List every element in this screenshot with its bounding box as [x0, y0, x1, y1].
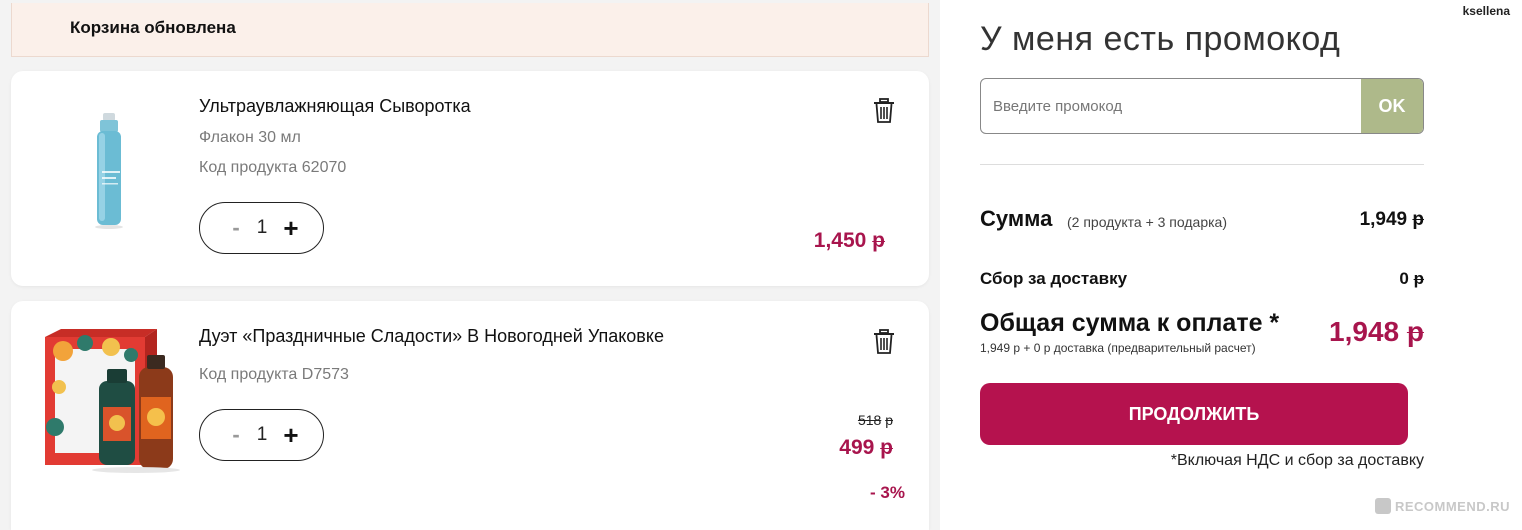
product-title[interactable]: Дуэт «Праздничные Сладости» В Новогодней…	[199, 326, 664, 347]
continue-button[interactable]: ПРОДОЛЖИТЬ	[980, 383, 1408, 445]
serum-bottle-image	[95, 113, 123, 229]
currency-symbol: р	[880, 436, 893, 459]
currency-symbol: р	[872, 229, 885, 252]
total-amount: 1,948	[1329, 316, 1400, 347]
product-code: Код продукта D7573	[199, 366, 349, 383]
trash-icon[interactable]	[873, 329, 895, 355]
currency-symbol: р	[1413, 269, 1424, 288]
user-name[interactable]: ksellena	[1463, 4, 1510, 18]
increase-quantity-button[interactable]: +	[280, 421, 302, 449]
product-price: 499 р	[839, 436, 893, 460]
decrease-quantity-button[interactable]: -	[226, 422, 246, 448]
watermark: RECOMMEND.RU	[1374, 498, 1510, 514]
order-summary-panel: У меня есть промокод OK Сумма (2 продукт…	[940, 0, 1522, 530]
promo-code-form: OK	[980, 78, 1424, 134]
currency-symbol: р	[1412, 209, 1424, 230]
product-price: 1,450 р	[814, 229, 885, 253]
total-value: 1,948 р	[1329, 316, 1424, 348]
trash-icon[interactable]	[873, 98, 895, 124]
banner-message: Корзина обновлена	[70, 18, 236, 37]
recommend-logo-icon	[1374, 498, 1391, 514]
decrease-quantity-button[interactable]: -	[226, 215, 246, 241]
currency-symbol: р	[1406, 316, 1424, 347]
watermark-text: RECOMMEND.RU	[1394, 499, 1510, 514]
total-detail: 1,949 р + 0 р доставка (предварительный …	[980, 341, 1256, 355]
quantity-value: 1	[256, 217, 268, 238]
shipping-amount: 0	[1399, 269, 1409, 288]
total-label: Общая сумма к оплате *	[980, 309, 1280, 337]
promo-ok-button[interactable]: OK	[1361, 79, 1423, 133]
quantity-stepper: - 1 +	[199, 409, 324, 461]
sum-detail: (2 продукта + 3 подарка)	[1067, 214, 1227, 230]
product-title[interactable]: Ультраувлажняющая Сыворотка	[199, 96, 471, 117]
sum-value: 1,949 р	[1360, 209, 1424, 231]
promo-code-input[interactable]	[981, 79, 1361, 133]
sum-amount: 1,949	[1359, 209, 1408, 230]
increase-quantity-button[interactable]: +	[280, 214, 302, 242]
divider	[980, 164, 1424, 165]
sum-label: Сумма	[980, 206, 1053, 231]
product-volume: Флакон 30 мл	[199, 129, 301, 146]
old-price-amount: 518	[857, 412, 882, 428]
shipping-value: 0 р	[1399, 269, 1424, 289]
product-code: Код продукта 62070	[199, 159, 347, 176]
quantity-stepper: - 1 +	[199, 202, 324, 254]
vat-note: *Включая НДС и сбор за доставку	[1170, 452, 1424, 469]
quantity-value: 1	[256, 424, 268, 445]
price-amount: 1,450	[813, 229, 867, 252]
cart-updated-banner: Корзина обновлена	[11, 3, 929, 57]
old-price: 518 р	[858, 412, 893, 428]
gift-set-image	[45, 329, 180, 473]
cart-panel: Корзина обновлена Ультраувлажняющая Сыво…	[0, 0, 940, 530]
price-amount: 499	[839, 436, 875, 459]
currency-symbol: р	[885, 412, 893, 428]
cart-item-gift-set: Дуэт «Праздничные Сладости» В Новогодней…	[11, 301, 929, 530]
discount-badge: - 3%	[870, 483, 905, 502]
cart-item-serum: Ультраувлажняющая Сыворотка Флакон 30 мл…	[11, 71, 929, 286]
promo-title: У меня есть промокод	[980, 20, 1341, 58]
shipping-label: Сбор за доставку	[980, 269, 1128, 288]
